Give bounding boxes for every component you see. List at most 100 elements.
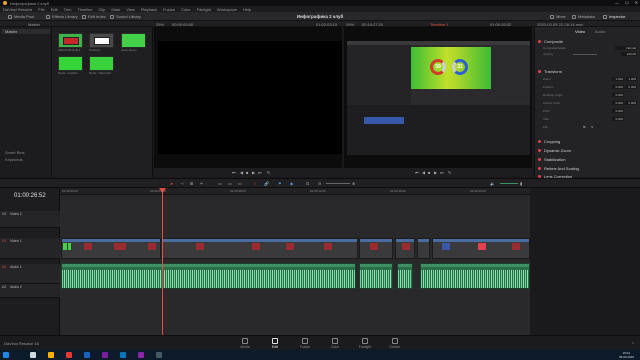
timeline-thumbnail[interactable] bbox=[89, 33, 114, 48]
prog-next-icon[interactable]: ⏭ bbox=[440, 170, 444, 175]
anchor-y[interactable]: 0.000 bbox=[625, 101, 637, 105]
playhead[interactable] bbox=[162, 188, 163, 335]
timeline-area[interactable] bbox=[60, 188, 530, 335]
zoom-out-icon[interactable]: ⊖ bbox=[318, 181, 321, 186]
menu-edit[interactable]: Edit bbox=[51, 7, 58, 12]
section-transform[interactable]: Transform bbox=[538, 68, 638, 74]
zoom-slider[interactable] bbox=[326, 183, 350, 184]
section-cropping[interactable]: Cropping bbox=[538, 138, 638, 144]
zoom-in-icon[interactable]: ⊕ bbox=[352, 181, 355, 186]
flag-icon[interactable]: ⚑ bbox=[278, 181, 282, 186]
opacity-value[interactable]: 100.00 bbox=[621, 52, 637, 56]
prog-prev-icon[interactable]: ⏮ bbox=[415, 170, 419, 175]
meter-icon[interactable]: ▮ bbox=[520, 181, 522, 186]
timeline-ruler[interactable]: 01:00:00:00 01:00:04:00 01:00:08:00 01:0… bbox=[60, 188, 530, 195]
track-header-v1[interactable]: V1 Video 1 bbox=[0, 238, 60, 259]
minimize-button[interactable]: — bbox=[615, 0, 619, 5]
track-header-a2[interactable]: A2 Audio 2 bbox=[0, 284, 60, 298]
enable-dot-icon[interactable] bbox=[538, 166, 541, 170]
src-stop-icon[interactable]: ■ bbox=[246, 170, 248, 175]
page-deliver[interactable]: Deliver bbox=[380, 338, 410, 349]
taskbar-app-icon[interactable] bbox=[156, 352, 162, 358]
menu-help[interactable]: Help bbox=[243, 7, 251, 12]
src-play-icon[interactable]: ▶ bbox=[252, 170, 255, 175]
pitch-value[interactable]: 0.000 bbox=[612, 109, 624, 113]
marker-icon[interactable]: ◆ bbox=[290, 181, 293, 186]
video-clip[interactable] bbox=[61, 238, 161, 259]
anchor-x[interactable]: 0.000 bbox=[612, 101, 624, 105]
taskbar-app-icon[interactable] bbox=[84, 352, 90, 358]
bin-master[interactable]: Master bbox=[2, 29, 50, 34]
section-stabilization[interactable]: Stabilization bbox=[538, 156, 638, 162]
prog-play-icon[interactable]: ▶ bbox=[434, 170, 437, 175]
start-icon[interactable] bbox=[3, 352, 9, 358]
taskbar-app-icon[interactable] bbox=[30, 352, 36, 358]
menu-fusion[interactable]: Fusion bbox=[163, 7, 175, 12]
selection-tool-icon[interactable]: ➤ bbox=[170, 181, 173, 186]
trim-tool-icon[interactable]: ⊣ bbox=[180, 181, 183, 186]
page-color[interactable]: Color bbox=[320, 338, 350, 349]
menu-fairlight[interactable]: Fairlight bbox=[197, 7, 211, 12]
prog-stop-icon[interactable]: ■ bbox=[428, 170, 430, 175]
taskbar-app-icon[interactable] bbox=[48, 352, 54, 358]
composite-mode-select[interactable]: Normal bbox=[615, 46, 637, 50]
enable-dot-icon[interactable] bbox=[538, 69, 541, 73]
volume-slider[interactable] bbox=[500, 183, 518, 184]
audio-clip[interactable] bbox=[420, 263, 530, 289]
src-next-icon[interactable]: ⏭ bbox=[258, 170, 262, 175]
maximize-button[interactable]: ☐ bbox=[625, 0, 629, 5]
inspector-tab-video[interactable]: Video bbox=[575, 29, 585, 34]
inspector-button[interactable]: Inspector bbox=[603, 14, 625, 19]
flip-vertical-icon[interactable]: ⇅ bbox=[591, 125, 594, 129]
src-loop-icon[interactable]: ↻ bbox=[267, 170, 270, 175]
blade-tool-icon[interactable]: ✂ bbox=[200, 181, 203, 186]
insert-clip-icon[interactable]: ▭ bbox=[218, 181, 222, 186]
dynamic-trim-icon[interactable]: ⊞ bbox=[190, 181, 193, 186]
page-media[interactable]: Media bbox=[230, 338, 260, 349]
footage-2-thumbnail[interactable] bbox=[89, 56, 114, 71]
taskbar-app-icon[interactable] bbox=[102, 352, 108, 358]
footage-thumbnail[interactable] bbox=[58, 56, 83, 71]
audio-clip[interactable] bbox=[61, 263, 356, 289]
src-prev-icon[interactable]: ⏮ bbox=[232, 170, 236, 175]
zoom-full-icon[interactable]: ⊡ bbox=[306, 181, 309, 186]
track-header-v2[interactable]: V2 Video 2 bbox=[0, 211, 60, 228]
menu-color[interactable]: Color bbox=[181, 7, 191, 12]
inspector-tab-audio[interactable]: Audio bbox=[595, 29, 605, 34]
taskbar-app-icon[interactable] bbox=[120, 352, 126, 358]
position-y[interactable]: 0.000 bbox=[625, 85, 637, 89]
audio-clip[interactable] bbox=[359, 263, 393, 289]
menu-file[interactable]: File bbox=[38, 7, 44, 12]
position-x[interactable]: 0.000 bbox=[612, 85, 624, 89]
menu-playback[interactable]: Playback bbox=[141, 7, 157, 12]
taskbar-app-icon[interactable] bbox=[66, 352, 72, 358]
enable-dot-icon[interactable] bbox=[538, 139, 541, 143]
section-composite[interactable]: Composite bbox=[538, 38, 638, 44]
home-icon[interactable]: ⌂ bbox=[632, 340, 634, 345]
taskbar-app-icon[interactable] bbox=[138, 352, 144, 358]
prog-loop-icon[interactable]: ↻ bbox=[448, 170, 451, 175]
src-play-reverse-icon[interactable]: ◀ bbox=[240, 170, 243, 175]
menu-view[interactable]: View bbox=[126, 7, 135, 12]
prog-play-reverse-icon[interactable]: ◀ bbox=[422, 170, 425, 175]
menu-mark[interactable]: Mark bbox=[111, 7, 120, 12]
zoom-y[interactable]: 1.000 bbox=[625, 77, 637, 81]
green-screen-thumbnail[interactable] bbox=[121, 33, 146, 48]
linked-selection-icon[interactable]: 🔗 bbox=[264, 181, 269, 186]
menu-trim[interactable]: Trim bbox=[64, 7, 72, 12]
audio-clip[interactable] bbox=[397, 263, 413, 289]
opacity-slider[interactable] bbox=[573, 54, 597, 55]
track-header-a1[interactable]: A1 Audio 1 bbox=[0, 264, 60, 284]
close-button[interactable]: ✕ bbox=[635, 0, 638, 5]
flip-horizontal-icon[interactable]: ⇆ bbox=[583, 125, 586, 129]
snapping-icon[interactable]: ⌇ bbox=[254, 181, 256, 186]
zoom-x[interactable]: 1.000 bbox=[612, 77, 624, 81]
enable-dot-icon[interactable] bbox=[538, 148, 541, 152]
clip-thumbnail[interactable] bbox=[58, 33, 83, 48]
speaker-icon[interactable]: 🔈 bbox=[490, 181, 495, 186]
overwrite-clip-icon[interactable]: ▭ bbox=[228, 181, 232, 186]
video-clip[interactable] bbox=[417, 238, 430, 259]
enable-dot-icon[interactable] bbox=[538, 39, 541, 43]
smart-bin-keywords[interactable]: Keywords bbox=[2, 157, 50, 162]
enable-dot-icon[interactable] bbox=[538, 157, 541, 161]
